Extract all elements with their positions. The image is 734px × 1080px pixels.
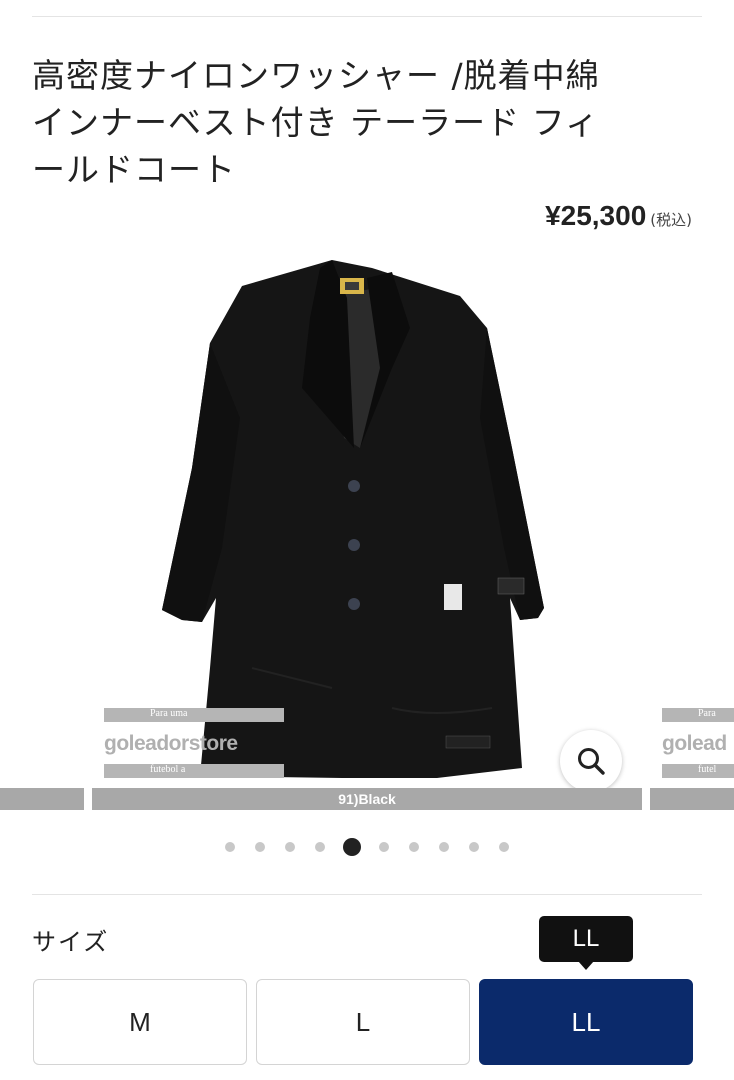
section-divider bbox=[32, 894, 702, 895]
pagination-dot-active[interactable] bbox=[343, 838, 361, 856]
pagination-dot[interactable] bbox=[285, 842, 295, 852]
next-slide-watermark-bottom-text: futel bbox=[698, 764, 717, 775]
size-option-l[interactable]: L bbox=[256, 979, 470, 1065]
pagination-dot[interactable] bbox=[379, 842, 389, 852]
next-slide-watermark-logo: golead bbox=[662, 732, 727, 755]
next-slide-watermark-top-text: Para bbox=[698, 708, 716, 719]
pagination-dot[interactable] bbox=[225, 842, 235, 852]
tooltip-arrow bbox=[578, 961, 594, 970]
pagination-dot[interactable] bbox=[315, 842, 325, 852]
watermark-logo: goleadorstore bbox=[104, 732, 238, 756]
selected-size-tooltip: LL bbox=[539, 916, 633, 962]
watermark-logo-text: goleador bbox=[104, 732, 189, 755]
tax-note: (税込) bbox=[650, 211, 692, 229]
product-title-line-2: インナーベスト付き テーラード フィ bbox=[32, 103, 599, 142]
size-label: サイズ bbox=[32, 928, 110, 956]
watermark-bar-top bbox=[104, 708, 284, 722]
product-image[interactable]: Para uma goleadorstore futebol a bbox=[92, 248, 642, 810]
previous-slide[interactable] bbox=[0, 248, 84, 810]
carousel-pagination bbox=[0, 836, 734, 858]
product-title: 高密度ナイロンワッシャー /脱着中綿 インナーベスト付き テーラード フィ ール… bbox=[32, 52, 712, 193]
size-option-ll[interactable]: LL bbox=[479, 979, 693, 1065]
top-divider bbox=[32, 16, 702, 17]
watermark-bottom-text: futebol a bbox=[150, 764, 186, 775]
product-price: ¥25,300 bbox=[545, 200, 647, 231]
pagination-dot[interactable] bbox=[499, 842, 509, 852]
watermark-logo-suffix: store bbox=[188, 732, 238, 755]
product-title-line-1: 高密度ナイロンワッシャー /脱着中綿 bbox=[32, 56, 600, 95]
color-caption-bar: 91)Black bbox=[92, 788, 642, 810]
product-title-line-3: ールドコート bbox=[32, 150, 236, 189]
size-option-m[interactable]: M bbox=[33, 979, 247, 1065]
image-carousel[interactable]: Para uma goleadorstore futebol a 91)Blac… bbox=[0, 248, 734, 818]
color-caption: 91)Black bbox=[338, 791, 396, 807]
watermark-top-text: Para uma bbox=[150, 708, 188, 719]
price-row: ¥25,300 (税込) bbox=[545, 200, 692, 232]
search-icon bbox=[578, 748, 605, 775]
next-slide[interactable]: Para golead futel bbox=[650, 248, 734, 810]
previous-slide-caption-bar bbox=[0, 788, 84, 810]
watermark-bar-bottom bbox=[104, 764, 284, 778]
pagination-dot[interactable] bbox=[469, 842, 479, 852]
next-slide-caption-bar bbox=[650, 788, 734, 810]
pagination-dot[interactable] bbox=[409, 842, 419, 852]
pagination-dot[interactable] bbox=[439, 842, 449, 852]
coat-image bbox=[162, 260, 544, 778]
zoom-button[interactable] bbox=[560, 730, 622, 792]
pagination-dot[interactable] bbox=[255, 842, 265, 852]
